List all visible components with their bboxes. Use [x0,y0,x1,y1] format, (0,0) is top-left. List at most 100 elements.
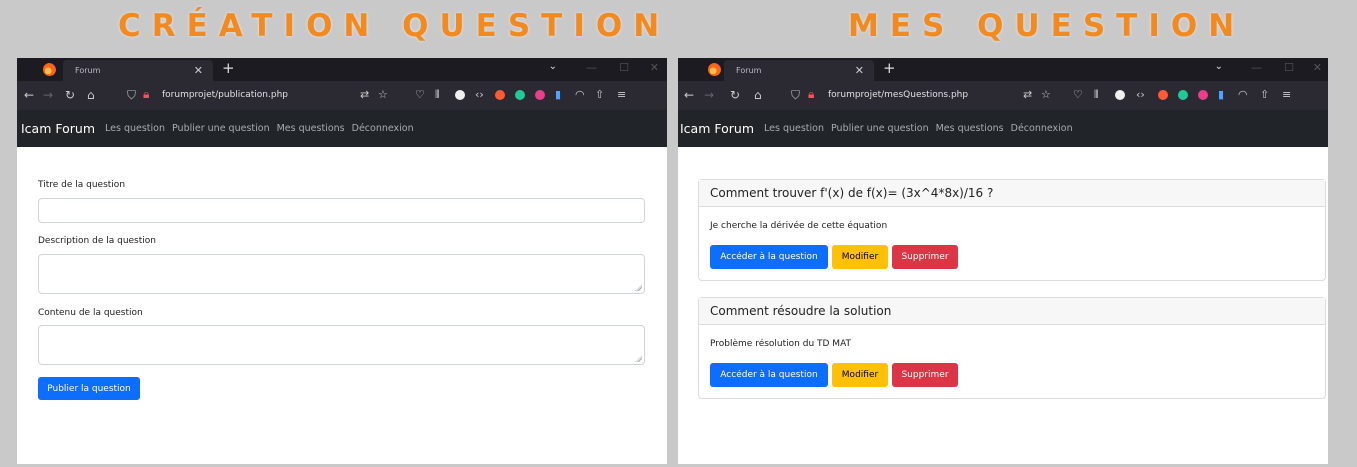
minimize-icon[interactable]: — [1251,61,1262,74]
forward-icon[interactable]: → [704,88,714,102]
heading-mes-question: MES QUESTION [848,8,1246,44]
maximize-icon[interactable]: ☐ [619,61,629,74]
description-label: Description de la question [38,236,156,246]
description-textarea[interactable] [38,254,645,294]
extensions-icon[interactable]: ⇧ [1260,88,1269,101]
maximize-icon[interactable]: ☐ [1284,61,1294,74]
translate-icon[interactable]: ⇄ [360,88,369,101]
translate-extension-icon[interactable]: ▮ [1218,88,1224,101]
resize-grip-icon[interactable] [635,355,642,362]
heading-creation-question: CRÉATION QUESTION [118,8,671,44]
tab-bar: Forum ✕ + ⌄ — ☐ ✕ [678,58,1328,81]
pocket-icon[interactable]: ♡ [1073,88,1083,101]
nav-link-logout[interactable]: Déconnexion [1011,123,1073,134]
back-icon[interactable]: ← [24,88,34,102]
tab-title: Forum [75,66,101,75]
nav-link-logout[interactable]: Déconnexion [352,123,414,134]
edit-button[interactable]: Modifier [832,245,888,269]
access-question-button[interactable]: Accéder à la question [710,363,828,387]
translate-extension-icon[interactable]: ▮ [555,88,561,101]
extension-icon[interactable] [1198,90,1208,100]
edit-button[interactable]: Modifier [832,363,888,387]
close-icon[interactable]: ✕ [194,64,203,77]
tab-title: Forum [736,66,762,75]
content-textarea[interactable] [38,325,645,365]
library-icon[interactable]: ⫴ [435,88,440,102]
delete-button[interactable]: Supprimer [892,363,958,387]
tab-bar: Forum ✕ + ⌄ — ☐ ✕ [17,58,667,81]
shield-icon[interactable]: ⛉ [791,88,800,103]
chevron-down-icon[interactable]: ⌄ [549,61,557,72]
account-icon[interactable]: ◠ [575,88,585,101]
nav-link-questions[interactable]: Les question [105,123,165,134]
access-question-button[interactable]: Accéder à la question [710,245,828,269]
extensions-icon[interactable]: ⇧ [595,88,604,101]
grammarly-icon[interactable] [1178,90,1188,100]
home-icon[interactable]: ⌂ [754,88,762,102]
question-description: Je cherche la dérivée de cette équation [710,221,888,231]
browser-window-my-questions: Forum ✕ + ⌄ — ☐ ✕ ← → ↻ ⌂ ⛉ 🔒︎ forumproj… [678,58,1328,464]
publish-button[interactable]: Publier la question [38,377,140,400]
minimize-icon[interactable]: — [586,61,597,74]
question-card: Comment trouver f'(x) de f(x)= (3x^4*8x)… [698,179,1326,281]
forward-icon[interactable]: → [43,88,53,102]
home-icon[interactable]: ⌂ [87,88,95,102]
pocket-icon[interactable]: ♡ [415,88,425,101]
extension-icon[interactable] [1115,90,1125,100]
library-icon[interactable]: ⫴ [1094,88,1099,102]
site-navbar: Icam Forum Les question Publier une ques… [678,110,1328,147]
nav-link-questions[interactable]: Les question [764,123,824,134]
nav-link-publish[interactable]: Publier une question [831,123,929,134]
menu-icon[interactable]: ≡ [1282,88,1291,101]
reload-icon[interactable]: ↻ [730,88,740,102]
url-text[interactable]: forumprojet/mesQuestions.php [828,90,968,100]
browser-tab[interactable]: Forum ✕ [724,60,874,81]
menu-icon[interactable]: ≡ [617,88,626,101]
brand-link[interactable]: Icam Forum [680,121,754,136]
site-navbar: Icam Forum Les question Publier une ques… [17,110,667,147]
question-card: Comment résoudre la solution Problème ré… [698,297,1326,399]
account-icon[interactable]: ◠ [1238,88,1248,101]
window-close-icon[interactable]: ✕ [1313,61,1322,74]
chevron-down-icon[interactable]: ⌄ [1215,61,1223,72]
code-icon[interactable]: ‹› [475,88,484,101]
ublock-icon[interactable] [1158,90,1168,100]
question-title: Comment résoudre la solution [699,298,1325,325]
lock-icon[interactable]: 🔒︎ [143,87,149,102]
lock-icon[interactable]: 🔒︎ [808,87,814,102]
translate-icon[interactable]: ⇄ [1023,88,1032,101]
title-input[interactable] [38,198,645,223]
browser-window-publication: Forum ✕ + ⌄ — ☐ ✕ ← → ↻ ⌂ ⛉ 🔒︎ forumproj… [17,58,667,464]
extension-icon[interactable] [535,90,545,100]
back-icon[interactable]: ← [684,88,694,102]
grammarly-icon[interactable] [515,90,525,100]
url-bar: ← → ↻ ⌂ ⛉ 🔒︎ forumprojet/publication.php… [17,81,667,110]
url-bar: ← → ↻ ⌂ ⛉ 🔒︎ forumprojet/mesQuestions.ph… [678,81,1328,110]
ublock-icon[interactable] [495,90,505,100]
firefox-icon [43,63,56,76]
content-label: Contenu de la question [38,308,143,318]
nav-link-publish[interactable]: Publier une question [172,123,270,134]
brand-link[interactable]: Icam Forum [21,121,95,136]
extension-icon[interactable] [455,90,465,100]
reload-icon[interactable]: ↻ [65,88,75,102]
resize-grip-icon[interactable] [635,284,642,291]
publish-form: Titre de la question Description de la q… [17,147,667,464]
question-description: Problème résolution du TD MAT [710,339,852,349]
url-text[interactable]: forumprojet/publication.php [162,90,288,100]
browser-tab[interactable]: Forum ✕ [63,60,213,81]
nav-link-my-questions[interactable]: Mes questions [277,123,345,134]
star-icon[interactable]: ☆ [1041,88,1051,101]
close-icon[interactable]: ✕ [855,64,864,77]
star-icon[interactable]: ☆ [378,88,388,101]
code-icon[interactable]: ‹› [1136,88,1145,101]
window-close-icon[interactable]: ✕ [650,61,659,74]
plus-icon[interactable]: + [222,59,235,77]
title-label: Titre de la question [38,180,126,190]
firefox-icon [708,63,721,76]
plus-icon[interactable]: + [883,59,896,77]
question-title: Comment trouver f'(x) de f(x)= (3x^4*8x)… [699,180,1325,207]
shield-icon[interactable]: ⛉ [127,88,136,103]
nav-link-my-questions[interactable]: Mes questions [936,123,1004,134]
delete-button[interactable]: Supprimer [892,245,958,269]
